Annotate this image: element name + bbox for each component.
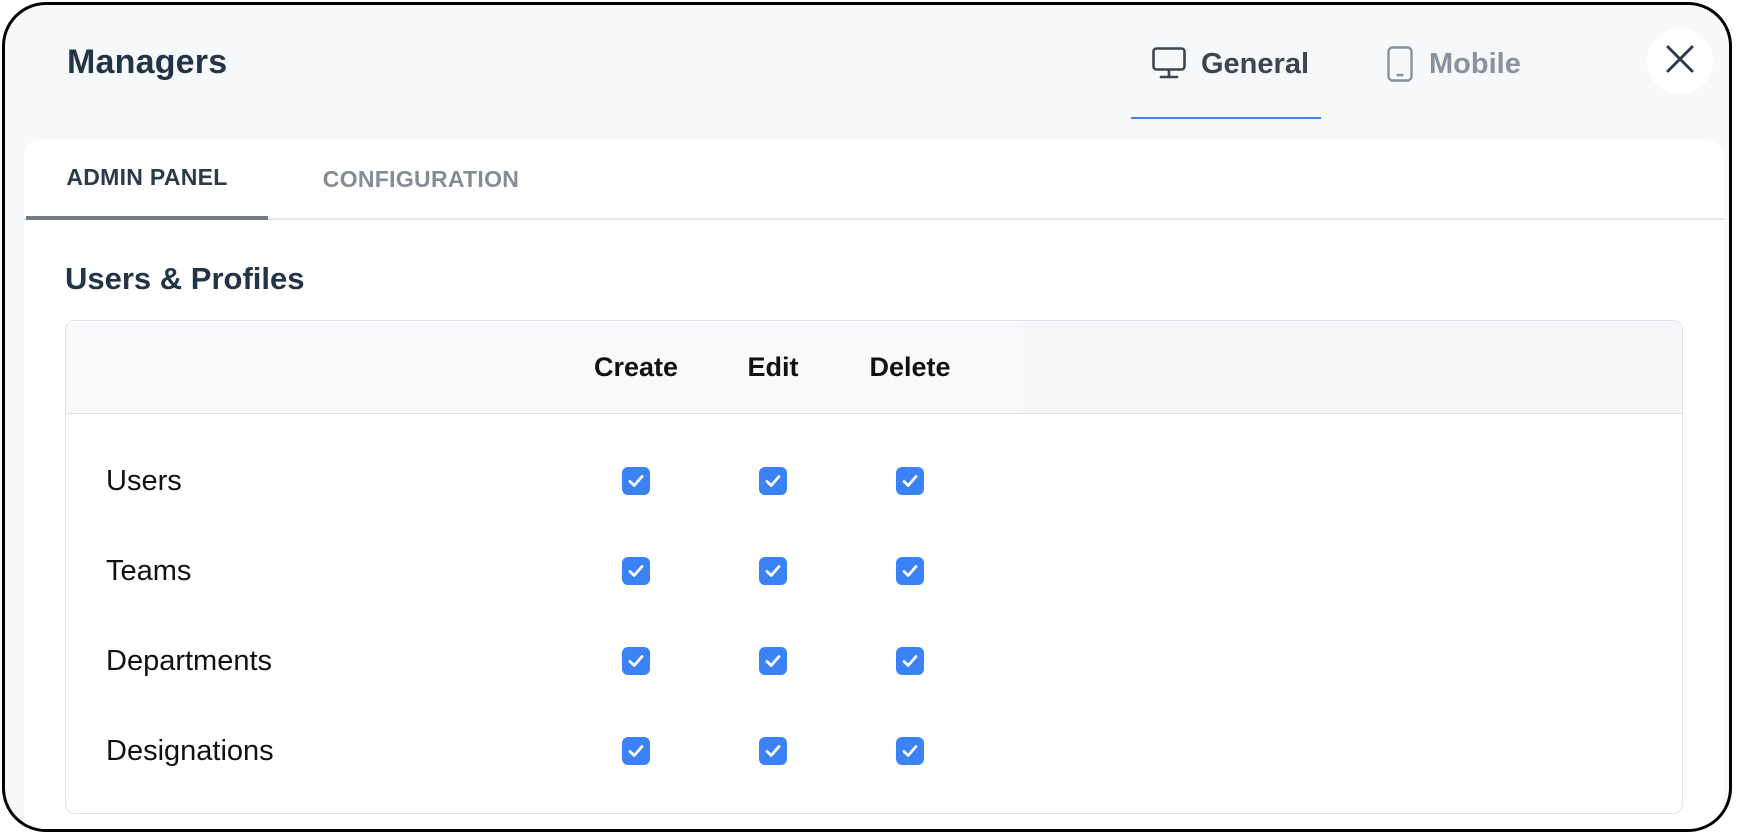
teams-edit-checkbox[interactable] (759, 557, 787, 585)
check-icon (765, 655, 781, 667)
permissions-card: ADMIN PANEL CONFIGURATION Users & Profil… (24, 139, 1724, 829)
monitor-icon (1151, 43, 1187, 81)
table-row: Designations (66, 706, 1682, 796)
check-icon (628, 475, 644, 487)
tab-configuration[interactable]: CONFIGURATION (306, 139, 536, 220)
designations-delete-checkbox[interactable] (896, 737, 924, 765)
designations-edit-checkbox[interactable] (759, 737, 787, 765)
users-delete-checkbox[interactable] (896, 467, 924, 495)
managers-window: Managers General Mobile ADMIN PANEL CONF… (2, 2, 1732, 832)
tab-general-label: General (1201, 48, 1309, 80)
departments-edit-checkbox[interactable] (759, 647, 787, 675)
check-icon (765, 565, 781, 577)
tab-admin-panel[interactable]: ADMIN PANEL (26, 139, 268, 220)
close-icon (1665, 44, 1695, 79)
table-header-filler (1023, 321, 1682, 413)
table-row: Users (66, 436, 1682, 526)
section-tabs: ADMIN PANEL CONFIGURATION (24, 139, 1724, 220)
section-heading: Users & Profiles (65, 261, 305, 296)
check-icon (902, 745, 918, 757)
check-icon (765, 475, 781, 487)
column-header-delete: Delete (869, 351, 951, 382)
designations-create-checkbox[interactable] (622, 737, 650, 765)
users-edit-checkbox[interactable] (759, 467, 787, 495)
check-icon (902, 655, 918, 667)
row-label-designations: Designations (106, 734, 274, 767)
column-header-edit: Edit (747, 351, 799, 382)
row-label-departments: Departments (106, 644, 273, 677)
teams-delete-checkbox[interactable] (896, 557, 924, 585)
teams-create-checkbox[interactable] (622, 557, 650, 585)
check-icon (902, 565, 918, 577)
check-icon (902, 475, 918, 487)
check-icon (628, 745, 644, 757)
check-icon (628, 655, 644, 667)
users-create-checkbox[interactable] (622, 467, 650, 495)
check-icon (628, 565, 644, 577)
departments-create-checkbox[interactable] (622, 647, 650, 675)
tab-mobile[interactable]: Mobile (1379, 35, 1539, 119)
column-header-create: Create (593, 351, 679, 382)
table-header: Create Edit Delete (66, 321, 1682, 414)
table-row: Teams (66, 526, 1682, 616)
table-row: Departments (66, 616, 1682, 706)
close-button[interactable] (1647, 28, 1713, 94)
window-title: Managers (67, 43, 228, 81)
row-label-users: Users (106, 464, 182, 497)
check-icon (765, 745, 781, 757)
departments-delete-checkbox[interactable] (896, 647, 924, 675)
tab-general[interactable]: General (1131, 35, 1321, 119)
tab-mobile-label: Mobile (1429, 48, 1521, 80)
row-label-teams: Teams (106, 554, 192, 587)
permissions-table: Create Edit Delete Users Teams Departmen… (65, 320, 1683, 814)
mobile-icon (1385, 43, 1415, 83)
